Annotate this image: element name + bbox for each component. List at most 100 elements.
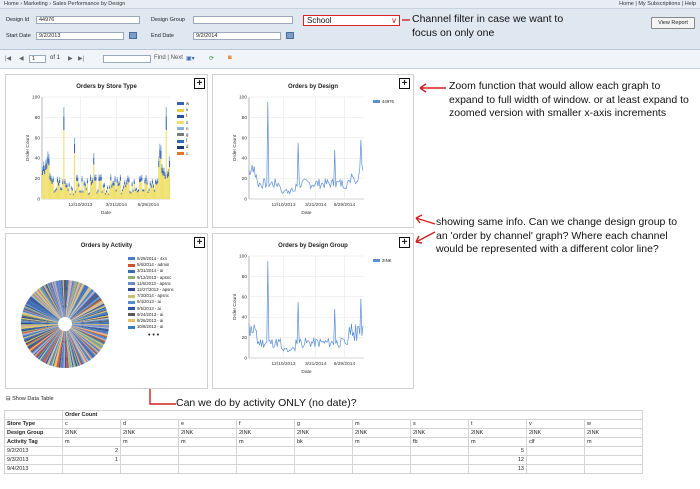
bar-segment [130, 193, 132, 199]
table-cell: 2INK [294, 428, 353, 438]
bar-segment [136, 190, 138, 192]
find-next[interactable]: Find | Next [154, 55, 183, 61]
bar-segment [86, 178, 88, 181]
start-date-input[interactable]: 9/2/2013 [36, 32, 124, 40]
legend-swatch [128, 294, 135, 298]
export-icon[interactable]: ▣▾ [186, 55, 195, 62]
bar-segment [54, 191, 56, 199]
bar-segment [87, 194, 89, 199]
bar-segment [126, 179, 128, 182]
bar-segment [113, 182, 115, 186]
bar-segment [79, 192, 81, 199]
y-tick-label: 60 [35, 135, 41, 141]
legend-label: 5/6/2014 - admin [137, 262, 170, 268]
legend-label: d [186, 144, 189, 150]
bar-segment [128, 182, 130, 199]
bar-segment [160, 145, 162, 151]
feed-icon[interactable]: ◙ [228, 55, 232, 61]
table-cell: 2INK [62, 428, 121, 438]
bar-segment [74, 153, 76, 199]
design-group-input[interactable] [193, 16, 293, 24]
end-date-input[interactable]: 9/2/2014 [193, 32, 281, 40]
bar-segment [118, 180, 120, 183]
design-id-input[interactable]: 44976 [36, 16, 140, 24]
bar-segment [149, 182, 151, 186]
legend-label: g [186, 132, 189, 138]
legend-swatch [128, 306, 135, 310]
chart-legend: wvtsngfdc [177, 101, 189, 157]
table-row: Design Group 2INK 2INK 2INK 2INK 2INK 2INK 2INK… [4, 428, 643, 438]
legend-label: 12/27/2013 - apsnc [137, 287, 174, 293]
bar-segment [149, 180, 151, 183]
prev-page-icon[interactable]: ◀ [19, 55, 24, 62]
bar-segment [94, 177, 96, 181]
breadcrumb-path[interactable]: Home › Marketing › Sales Performance by … [4, 1, 125, 7]
bar-segment [87, 193, 89, 195]
bar-segment [94, 180, 96, 199]
bar-segment [139, 178, 141, 183]
bar-segment [91, 180, 93, 182]
last-page-icon[interactable]: ▶| [78, 55, 84, 62]
page-number-input[interactable]: 1 [29, 55, 46, 63]
bar-segment [118, 185, 120, 199]
bar-segment [133, 179, 135, 181]
bar-segment [154, 190, 156, 192]
bar-segment [116, 179, 118, 183]
bar-segment [151, 180, 153, 184]
bar-segment [106, 192, 108, 199]
first-page-icon[interactable]: |◀ [5, 55, 11, 62]
calendar-icon[interactable] [286, 32, 294, 39]
bar-segment [103, 184, 105, 187]
calendar-icon[interactable] [129, 32, 137, 39]
start-date-label: Start Date [6, 33, 31, 39]
bar-segment [97, 189, 99, 191]
legend-label: 9/4/2013 - ai [137, 299, 161, 305]
bar-segment [163, 171, 165, 176]
bar-segment [55, 190, 57, 199]
bar-segment [84, 184, 86, 187]
zoom-icon[interactable]: + [194, 237, 205, 248]
bar-segment [151, 178, 153, 181]
table-cell: g [294, 419, 353, 429]
bar-segment [50, 175, 52, 178]
refresh-icon[interactable]: ⟳ [209, 55, 214, 62]
annotation-arrow [402, 19, 410, 21]
bar-segment [130, 191, 132, 193]
bar-segment [165, 107, 167, 117]
bar-segment [46, 168, 48, 199]
bar-segment [45, 164, 47, 170]
bar-segment [164, 178, 166, 199]
legend-swatch [177, 133, 184, 137]
bar-segment [149, 185, 151, 199]
bar-segment [69, 194, 71, 199]
bar-segment [120, 192, 122, 194]
table-cell: 5 [468, 446, 527, 456]
y-tick-label: 40 [242, 156, 248, 162]
view-report-button[interactable]: View Report [651, 17, 695, 29]
y-tick-label: 80 [242, 274, 248, 280]
bar-segment [70, 187, 72, 190]
bar-segment [104, 192, 106, 194]
bar-segment [144, 178, 146, 181]
top-links[interactable]: Home | My Subscriptions | Help [619, 0, 696, 9]
design-id-label: Design Id [6, 17, 30, 23]
bar-segment [125, 187, 127, 199]
channel-value: School [307, 16, 332, 25]
bar-segment [85, 190, 87, 199]
bar-segment [134, 189, 136, 191]
next-page-icon[interactable]: ▶ [68, 55, 73, 62]
table-cell [294, 446, 353, 456]
bar-segment [102, 187, 104, 199]
x-tick-label: 3/21/2014 [305, 361, 327, 367]
bar-segment [147, 191, 149, 193]
bar-segment [129, 191, 131, 193]
find-input[interactable] [103, 55, 151, 63]
bar-segment [59, 177, 61, 180]
table-row: 9/2/2013 2 5 [4, 446, 643, 456]
bar-segment [65, 183, 67, 186]
bar-segment [71, 187, 73, 189]
row-header: Activity Tag [4, 437, 63, 447]
show-data-table-toggle[interactable]: ⊟ Show Data Table [6, 396, 54, 402]
bar-segment [92, 182, 94, 199]
bar-segment [166, 173, 168, 179]
